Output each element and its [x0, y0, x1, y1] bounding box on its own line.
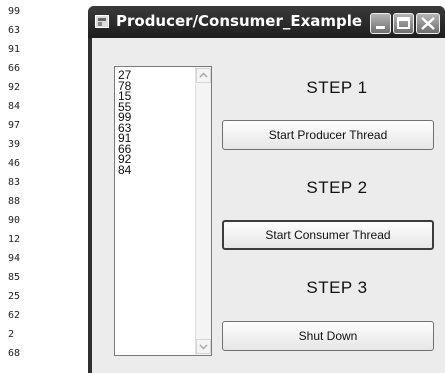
maximize-button[interactable] — [393, 13, 414, 34]
console-line: 97 — [8, 120, 21, 131]
listbox-scrollbar[interactable] — [195, 67, 211, 355]
start-consumer-button[interactable]: Start Consumer Thread — [222, 220, 434, 250]
step-2-label: STEP 2 — [306, 178, 368, 197]
window-title: Producer/Consumer_Example — [116, 12, 363, 30]
console-line: 94 — [8, 253, 21, 264]
console-line: 62 — [8, 310, 21, 321]
console-output: 99 63 91 66 92 84 97 39 46 83 88 90 12 9… — [0, 0, 40, 373]
app-window: Producer/Consumer_Example 27 78 15 55 99… — [88, 6, 445, 373]
console-line: 68 — [8, 348, 21, 359]
console-line: 39 — [8, 139, 21, 150]
list-item[interactable]: 84 — [118, 164, 131, 175]
console-line: 83 — [8, 177, 21, 188]
step-3-label: STEP 3 — [306, 278, 368, 297]
scroll-down-button[interactable] — [196, 339, 211, 354]
console-line: 66 — [8, 63, 21, 74]
console-line: 88 — [8, 196, 21, 207]
scroll-up-button[interactable] — [196, 68, 211, 83]
console-line: 63 — [8, 25, 21, 36]
console-line: 90 — [8, 215, 21, 226]
console-line: 99 — [8, 6, 21, 17]
console-line: 12 — [8, 234, 21, 245]
title-bar[interactable]: Producer/Consumer_Example — [88, 6, 445, 38]
app-form-icon[interactable] — [95, 15, 109, 28]
start-producer-button[interactable]: Start Producer Thread — [222, 120, 434, 150]
minimize-button[interactable] — [370, 13, 391, 34]
console-line: 92 — [8, 82, 21, 93]
chevron-down-icon — [199, 344, 208, 350]
console-line: 91 — [8, 44, 21, 55]
buffer-listbox[interactable]: 27 78 15 55 99 63 91 66 92 84 — [114, 66, 212, 356]
console-line: 46 — [8, 158, 21, 169]
maximize-icon — [397, 17, 410, 29]
listbox-items: 27 78 15 55 99 63 91 66 92 84 — [118, 69, 131, 175]
console-line: 25 — [8, 291, 21, 302]
chevron-up-icon — [199, 72, 208, 78]
console-line: 84 — [8, 101, 21, 112]
shut-down-button[interactable]: Shut Down — [222, 321, 434, 351]
close-icon — [421, 17, 435, 30]
console-line: 2 — [8, 329, 15, 340]
console-line: 85 — [8, 272, 21, 283]
minimize-icon — [376, 26, 385, 29]
close-button[interactable] — [416, 13, 440, 34]
form-client-area: 27 78 15 55 99 63 91 66 92 84 STEP 1 Sta… — [92, 38, 445, 373]
step-1-label: STEP 1 — [306, 78, 368, 97]
